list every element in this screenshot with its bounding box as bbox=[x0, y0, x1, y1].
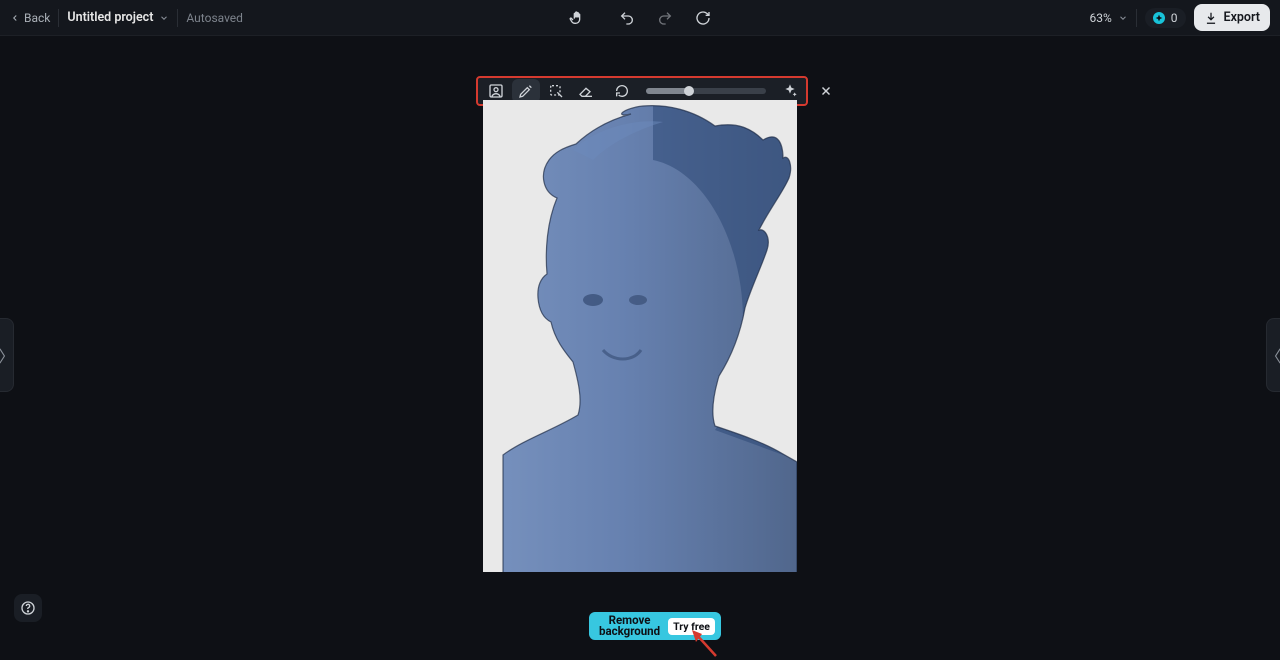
project-name: Untitled project bbox=[67, 10, 153, 25]
token-icon bbox=[1153, 12, 1165, 24]
chevron-down-icon bbox=[1118, 13, 1128, 23]
cta-text: Remove background bbox=[599, 615, 660, 638]
undo-icon bbox=[619, 10, 635, 26]
top-bar: Back Untitled project Autosaved bbox=[0, 0, 1280, 36]
brush-size-slider[interactable] bbox=[646, 88, 766, 94]
right-panel-toggle[interactable]: 〈 bbox=[1266, 318, 1280, 392]
top-bar-right: 63% 0 Export bbox=[1089, 4, 1270, 31]
download-icon bbox=[1204, 11, 1218, 25]
tokens-pill[interactable]: 0 bbox=[1145, 8, 1186, 28]
chevron-left-icon bbox=[10, 13, 20, 23]
divider bbox=[58, 9, 59, 27]
divider bbox=[177, 9, 178, 27]
tokens-count: 0 bbox=[1171, 11, 1178, 25]
autosaved-label: Autosaved bbox=[186, 11, 243, 25]
top-bar-center bbox=[564, 5, 716, 31]
redo-button[interactable] bbox=[652, 5, 678, 31]
hand-icon bbox=[569, 10, 585, 26]
sparkle-icon bbox=[782, 83, 798, 99]
reset-button[interactable] bbox=[690, 5, 716, 31]
project-name-dropdown[interactable]: Untitled project bbox=[67, 10, 169, 25]
refresh-icon bbox=[695, 10, 711, 26]
chevron-down-icon bbox=[159, 13, 169, 23]
slider-fill bbox=[646, 88, 689, 94]
back-label: Back bbox=[24, 11, 50, 25]
redo-icon bbox=[657, 10, 673, 26]
eraser-icon bbox=[578, 83, 594, 99]
subject-mask-overlay bbox=[483, 100, 797, 572]
try-free-badge: Try free bbox=[668, 618, 715, 635]
person-mask-icon bbox=[488, 83, 504, 99]
toolbar-group-right bbox=[808, 79, 844, 103]
chevron-right-icon: 〉 bbox=[0, 343, 15, 367]
canvas[interactable] bbox=[483, 100, 797, 572]
slider-thumb[interactable] bbox=[684, 86, 694, 96]
left-panel-toggle[interactable]: 〉 bbox=[0, 318, 14, 392]
brush-icon bbox=[518, 83, 534, 99]
help-button[interactable] bbox=[14, 594, 42, 622]
back-button[interactable]: Back bbox=[10, 11, 50, 25]
zoom-value: 63% bbox=[1089, 11, 1111, 25]
help-icon bbox=[20, 600, 36, 616]
chevron-left-icon: 〈 bbox=[1266, 343, 1280, 367]
zoom-dropdown[interactable]: 63% bbox=[1089, 11, 1127, 25]
export-label: Export bbox=[1224, 10, 1260, 25]
close-toolbar-button[interactable] bbox=[812, 79, 840, 103]
close-icon bbox=[819, 84, 833, 98]
divider bbox=[1136, 9, 1137, 27]
top-bar-left: Back Untitled project Autosaved bbox=[10, 9, 243, 27]
export-button[interactable]: Export bbox=[1194, 4, 1270, 31]
restore-brush-icon bbox=[614, 83, 630, 99]
lasso-select-icon bbox=[548, 83, 564, 99]
undo-button[interactable] bbox=[614, 5, 640, 31]
stage: 〉 〈 Remove background Try free bbox=[0, 36, 1280, 636]
pan-hand-button[interactable] bbox=[564, 5, 590, 31]
